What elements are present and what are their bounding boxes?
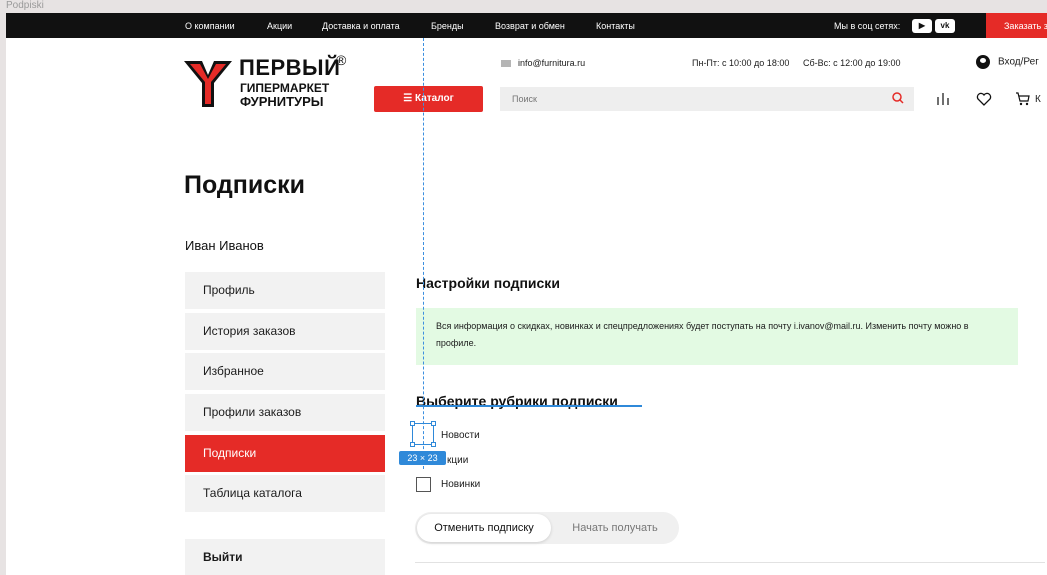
top-link-contacts[interactable]: Контакты [596, 21, 635, 31]
top-link-returns[interactable]: Возврат и обмен [495, 21, 565, 31]
cart-icon[interactable] [1015, 92, 1031, 106]
option-label: Новинки [441, 479, 481, 490]
logo-text-line1: ПЕРВЫЙ [239, 55, 341, 80]
new-items-checkbox[interactable] [416, 477, 431, 492]
page-frame: О компании Акции Доставка и оплата Бренд… [6, 13, 1047, 575]
divider [415, 562, 1045, 563]
resize-handle[interactable] [431, 421, 436, 426]
header-email[interactable]: info@furnitura.ru [501, 58, 585, 68]
sidebar-item-favorites[interactable]: Избранное [185, 353, 385, 390]
resize-handle[interactable] [410, 421, 415, 426]
search-input[interactable] [500, 87, 914, 111]
user-icon [976, 55, 990, 69]
login-link[interactable]: Вход/Рег [976, 55, 1039, 69]
settings-title: Настройки подписки [416, 275, 560, 291]
sidebar-item-order-history[interactable]: История заказов [185, 313, 385, 350]
sidebar-item-order-profiles[interactable]: Профили заказов [185, 394, 385, 431]
subscription-toggle: Отменить подписку Начать получать [415, 512, 679, 544]
option-label: кции [447, 455, 469, 466]
logo-mark-icon [184, 61, 232, 107]
logout-button[interactable]: Выйти [185, 539, 385, 575]
top-link-promo[interactable]: Акции [267, 21, 292, 31]
user-name: Иван Иванов [185, 238, 264, 253]
logo[interactable]: ПЕРВЫЙ ® ГИПЕРМАРКЕТ ФУРНИТУРЫ [182, 52, 352, 113]
compare-icon[interactable] [936, 92, 950, 106]
search-icon[interactable] [892, 92, 904, 104]
sidebar-item-subscriptions[interactable]: Подписки [185, 435, 385, 472]
top-bar: О компании Акции Доставка и оплата Бренд… [6, 13, 1047, 38]
top-link-brands[interactable]: Бренды [431, 21, 464, 31]
youtube-icon[interactable]: ▶ [912, 19, 932, 33]
size-badge: 23 × 23 [399, 451, 446, 465]
hours-weekend: Сб-Вс: с 12:00 до 19:00 [803, 58, 901, 68]
sidebar-item-catalog-table[interactable]: Таблица каталога [185, 475, 385, 512]
order-call-button[interactable]: Заказать з [986, 13, 1047, 38]
logo-text-line2: ГИПЕРМАРКЕТ [240, 81, 330, 95]
selection-box[interactable] [410, 421, 436, 447]
email-text: info@furnitura.ru [518, 58, 586, 68]
page-title: Подписки [184, 171, 306, 199]
option-label: Новости [441, 430, 480, 441]
sidebar-item-profile[interactable]: Профиль [185, 272, 385, 309]
logo-text-line3: ФУРНИТУРЫ [240, 94, 324, 109]
top-link-delivery[interactable]: Доставка и оплата [322, 21, 400, 31]
start-receiving-button[interactable]: Начать получать [555, 514, 675, 542]
heart-icon[interactable] [976, 92, 992, 106]
hours-weekdays: Пн-Пт: с 10:00 до 18:00 [692, 58, 790, 68]
unsubscribe-button[interactable]: Отменить подписку [417, 514, 551, 542]
frame-label: Podpiski [6, 0, 44, 11]
catalog-button[interactable]: ☰ Каталог [374, 86, 483, 112]
vk-icon[interactable]: vk [935, 19, 955, 33]
guide-line [423, 38, 424, 469]
envelope-icon [501, 60, 511, 68]
login-label: Вход/Рег [998, 56, 1039, 68]
resize-handle[interactable] [410, 442, 415, 447]
cart-label[interactable]: К [1035, 94, 1041, 105]
social-label: Мы в соц сетях: [834, 21, 901, 31]
registered-icon: ® [336, 52, 347, 68]
resize-handle[interactable] [431, 442, 436, 447]
selection-underline [416, 405, 642, 407]
top-link-about[interactable]: О компании [185, 21, 235, 31]
info-box: Вся информация о скидках, новинках и спе… [416, 308, 1018, 365]
